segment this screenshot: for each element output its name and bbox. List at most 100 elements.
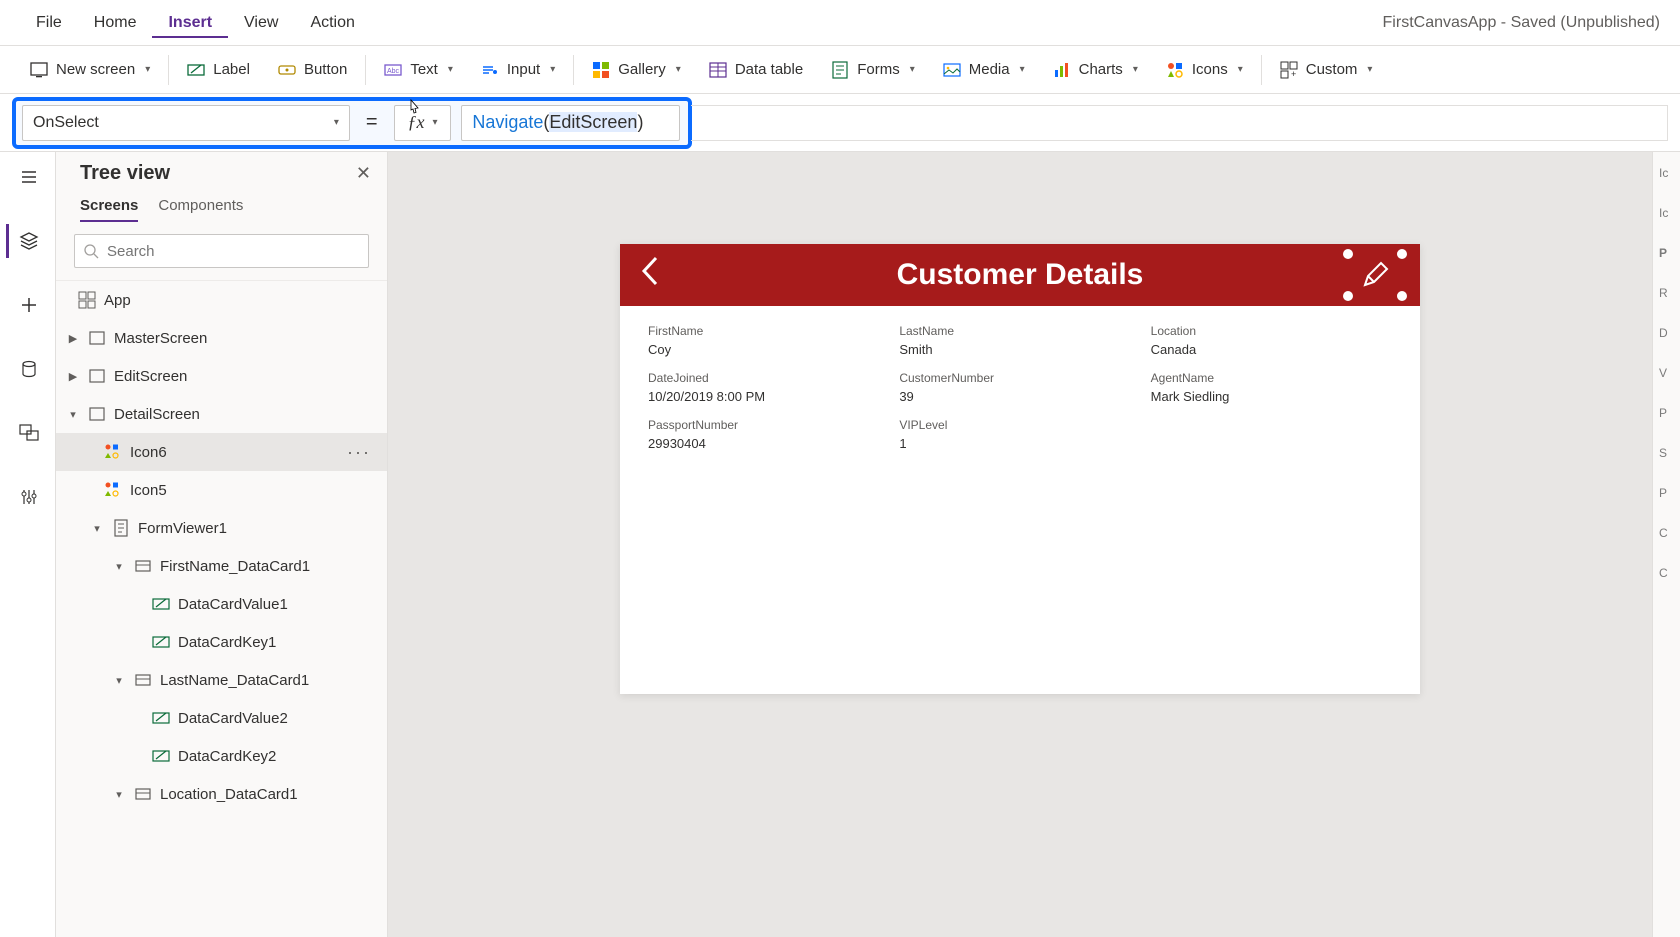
- menu-view[interactable]: View: [228, 8, 294, 38]
- tree-node-formviewer[interactable]: ▾ FormViewer1: [56, 509, 387, 547]
- ribbon-gallery[interactable]: Gallery ▾: [578, 61, 695, 79]
- screen-title: Customer Details: [620, 258, 1420, 292]
- prop-hint: C: [1659, 526, 1674, 540]
- chevron-down-icon: ▾: [1367, 64, 1372, 75]
- chevron-down-icon[interactable]: ▾: [66, 408, 80, 421]
- icon-control-icon: [104, 481, 122, 499]
- chevron-down-icon[interactable]: ▾: [112, 560, 126, 573]
- tree-node-detail[interactable]: ▾ DetailScreen: [56, 395, 387, 433]
- tree-node-edit[interactable]: ▶ EditScreen: [56, 357, 387, 395]
- app-title: FirstCanvasApp - Saved (Unpublished): [1383, 14, 1660, 32]
- prop-hint: S: [1659, 446, 1674, 460]
- rail-tree-view[interactable]: [6, 224, 50, 258]
- field-customernumber: CustomerNumber 39: [899, 371, 1140, 404]
- tree-node-ln-card[interactable]: ▾ LastName_DataCard1: [56, 661, 387, 699]
- selection-handle[interactable]: [1397, 249, 1407, 259]
- close-icon[interactable]: ✕: [356, 163, 371, 184]
- rail-insert[interactable]: [6, 288, 50, 322]
- canvas[interactable]: Customer Details FirstName Coy LastName …: [388, 152, 1652, 937]
- field-value: 39: [899, 389, 1140, 404]
- label-icon: [187, 61, 205, 79]
- properties-panel-edge[interactable]: Ic Ic P R D V P S P C C: [1652, 152, 1680, 937]
- tree-node-dcv2[interactable]: DataCardValue2: [56, 699, 387, 737]
- field-agentname: AgentName Mark Siedling: [1151, 371, 1392, 404]
- ribbon-text[interactable]: Abc Text ▾: [370, 61, 467, 79]
- rail-media[interactable]: [6, 416, 50, 450]
- separator: [1261, 55, 1262, 85]
- tree-node-dcv1[interactable]: DataCardValue1: [56, 585, 387, 623]
- chevron-right-icon[interactable]: ▶: [66, 332, 80, 345]
- ribbon-icons[interactable]: Icons ▾: [1152, 61, 1257, 79]
- icons-icon: [1166, 61, 1184, 79]
- ribbon-input[interactable]: Input ▾: [467, 61, 569, 79]
- ribbon-forms-label: Forms: [857, 61, 900, 78]
- content-row: Tree view ✕ Screens Components App ▶ Mas…: [0, 152, 1680, 937]
- label-ctrl-icon: [152, 709, 170, 727]
- back-icon[interactable]: [638, 254, 664, 296]
- ribbon-charts[interactable]: Charts ▾: [1039, 61, 1152, 79]
- ribbon-button[interactable]: Button: [264, 61, 361, 79]
- media-icon: [943, 61, 961, 79]
- tree-node-icon5[interactable]: Icon5: [56, 471, 387, 509]
- ribbon-forms[interactable]: Forms ▾: [817, 61, 929, 79]
- chevron-down-icon: ▾: [432, 117, 437, 128]
- tree-node-master[interactable]: ▶ MasterScreen: [56, 319, 387, 357]
- property-selector[interactable]: OnSelect ▾: [22, 105, 350, 141]
- menu-insert[interactable]: Insert: [152, 8, 228, 38]
- detail-screen[interactable]: Customer Details FirstName Coy LastName …: [620, 244, 1420, 694]
- rail-hamburger[interactable]: [6, 160, 50, 194]
- formula-input[interactable]: Navigate(EditScreen): [461, 105, 680, 141]
- menu-file[interactable]: File: [20, 8, 78, 38]
- menu-action[interactable]: Action: [294, 8, 370, 38]
- formula-highlight: OnSelect ▾ = ƒx ▾ Navigate(EditScreen): [12, 97, 692, 149]
- more-icon[interactable]: ···: [347, 442, 377, 463]
- edit-icon-selected[interactable]: [1348, 254, 1402, 296]
- datacard-icon: [134, 785, 152, 803]
- search-input[interactable]: [107, 243, 360, 260]
- rail-advanced[interactable]: [6, 480, 50, 514]
- chevron-down-icon: ▾: [145, 64, 150, 75]
- ribbon-media[interactable]: Media ▾: [929, 61, 1039, 79]
- field-value: Mark Siedling: [1151, 389, 1392, 404]
- tab-screens[interactable]: Screens: [80, 197, 138, 222]
- chevron-down-icon[interactable]: ▾: [90, 522, 104, 535]
- ribbon-new-screen[interactable]: New screen ▾: [16, 61, 164, 79]
- ribbon-label[interactable]: Label: [173, 61, 264, 79]
- selection-handle[interactable]: [1397, 291, 1407, 301]
- tree-label: DataCardValue1: [178, 596, 288, 613]
- field-firstname: FirstName Coy: [648, 324, 889, 357]
- menu-home[interactable]: Home: [78, 8, 153, 38]
- datacard-icon: [134, 557, 152, 575]
- tree-node-loc-card[interactable]: ▾ Location_DataCard1: [56, 775, 387, 813]
- ribbon-data-table[interactable]: Data table: [695, 61, 817, 79]
- chevron-right-icon[interactable]: ▶: [66, 370, 80, 383]
- tree-node-fn-card[interactable]: ▾ FirstName_DataCard1: [56, 547, 387, 585]
- chevron-down-icon[interactable]: ▾: [112, 674, 126, 687]
- left-rail: [0, 152, 56, 937]
- ribbon-new-screen-label: New screen: [56, 61, 135, 78]
- icon-control-icon: [104, 443, 122, 461]
- tree-node-icon6[interactable]: Icon6 ···: [56, 433, 387, 471]
- ribbon: New screen ▾ Label Button Abc Text ▾ Inp…: [0, 46, 1680, 94]
- fx-button[interactable]: ƒx ▾: [394, 105, 452, 141]
- form-icon: [112, 519, 130, 537]
- field-value: 29930404: [648, 436, 889, 451]
- tree-node-dck1[interactable]: DataCardKey1: [56, 623, 387, 661]
- field-passport: PassportNumber 29930404: [648, 418, 889, 451]
- chevron-down-icon: ▾: [448, 64, 453, 75]
- field-label: DateJoined: [648, 371, 889, 385]
- tree-label: App: [104, 292, 131, 309]
- selection-handle[interactable]: [1343, 291, 1353, 301]
- tree-label: Location_DataCard1: [160, 786, 298, 803]
- formula-input-rest[interactable]: [691, 105, 1668, 141]
- tree-list: App ▶ MasterScreen ▶ EditScreen ▾ Detail…: [56, 281, 387, 937]
- ribbon-custom[interactable]: + Custom ▾: [1266, 61, 1387, 79]
- search-box[interactable]: [74, 234, 369, 268]
- rail-data[interactable]: [6, 352, 50, 386]
- chevron-down-icon[interactable]: ▾: [112, 788, 126, 801]
- tab-components[interactable]: Components: [158, 197, 243, 222]
- tree-node-dck2[interactable]: DataCardKey2: [56, 737, 387, 775]
- chevron-down-icon: ▾: [910, 64, 915, 75]
- tree-node-app[interactable]: App: [56, 281, 387, 319]
- selection-handle[interactable]: [1343, 249, 1353, 259]
